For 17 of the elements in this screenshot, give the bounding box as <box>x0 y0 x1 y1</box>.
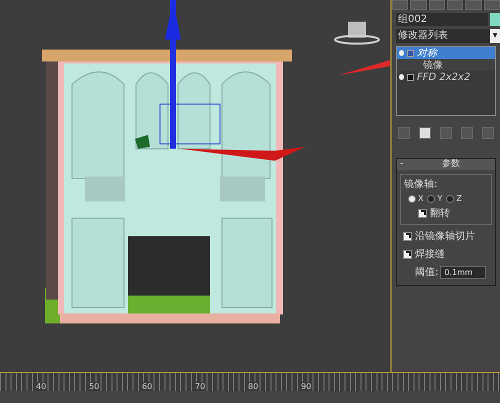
expand-icon[interactable] <box>407 74 414 80</box>
modifier-sub-item[interactable]: 镜像 <box>397 59 495 71</box>
threshold-spinner[interactable]: 0.1mm <box>440 266 486 278</box>
group-title: 镜像轴: <box>404 178 438 191</box>
axis-radio[interactable]: Y <box>427 194 442 203</box>
option-checkbox[interactable]: 沿镜像轴切片 <box>397 229 475 243</box>
object-color-swatch[interactable] <box>490 13 500 26</box>
timeline-ruler[interactable]: 40 50 60 70 80 90 <box>0 372 500 391</box>
threshold-label: 阈值: <box>415 266 438 279</box>
rollout-header[interactable]: - 参数 <box>397 159 495 170</box>
axis-radio[interactable]: Z <box>446 194 462 203</box>
bulb-icon[interactable] <box>399 74 404 80</box>
axis-radio[interactable]: X <box>408 194 424 203</box>
option-checkbox[interactable]: 翻转 <box>404 206 450 220</box>
object-name-field[interactable]: 组002 <box>396 13 488 26</box>
modifier-item[interactable]: FFD 2x2x2 <box>397 71 495 83</box>
option-checkbox[interactable]: 焊接缝 <box>397 247 445 261</box>
